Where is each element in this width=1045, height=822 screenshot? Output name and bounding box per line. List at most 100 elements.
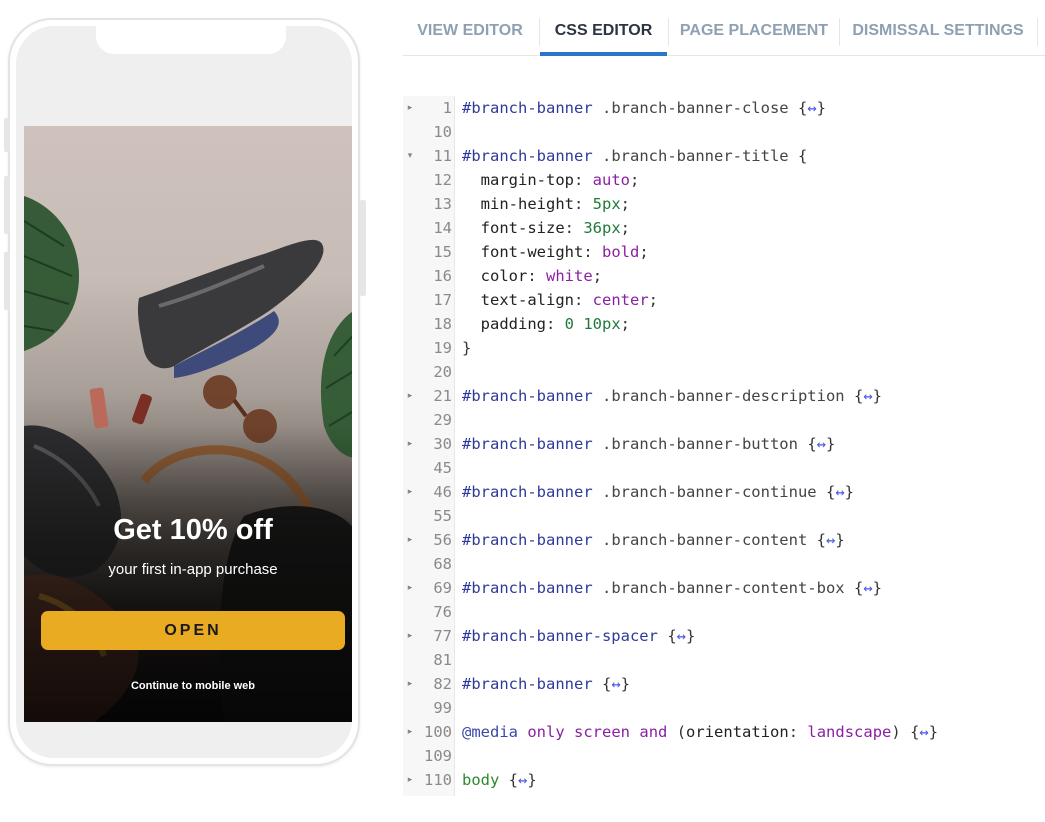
code-line[interactable]: 13 min-height: 5px;	[403, 192, 1045, 216]
code-line[interactable]: ▸ 69 #branch-banner .branch-banner-content…	[403, 576, 1045, 600]
fold-closed-icon[interactable]: ▸	[404, 528, 416, 552]
code-line[interactable]: 55	[403, 504, 1045, 528]
code-text[interactable]: #branch-banner {↔}	[462, 672, 630, 696]
css-value: 36px	[583, 219, 621, 237]
fold-closed-icon[interactable]: ▸	[404, 768, 416, 792]
code-text[interactable]: #branch-banner .branch-banner-title {	[462, 144, 807, 168]
code-text[interactable]: margin-top: auto;	[462, 168, 640, 192]
code-line[interactable]: 15 font-weight: bold;	[403, 240, 1045, 264]
code-line[interactable]: 10	[403, 120, 1045, 144]
fold-closed-icon[interactable]: ▸	[404, 576, 416, 600]
code-line[interactable]: 18 padding: 0 10px;	[403, 312, 1045, 336]
code-text[interactable]: }	[462, 336, 471, 360]
code-line[interactable]: 16 color: white;	[403, 264, 1045, 288]
colon: :	[546, 315, 565, 333]
fold-closed-icon[interactable]: ▸	[404, 96, 416, 120]
code-line[interactable]: ▸ 110 body {↔}	[403, 768, 1045, 792]
code-text[interactable]: #branch-banner-spacer {↔}	[462, 624, 695, 648]
banner-open-button[interactable]: OPEN	[41, 611, 345, 650]
css-selector-class: .branch-banner-continue	[602, 483, 817, 501]
code-text[interactable]: #branch-banner .branch-banner-content-bo…	[462, 576, 882, 600]
collapsed-block-icon[interactable]: ↔	[826, 531, 835, 549]
brace: }	[462, 339, 472, 357]
code-text[interactable]: font-size: 36px;	[462, 216, 630, 240]
code-line[interactable]: 19}	[403, 336, 1045, 360]
code-text[interactable]: min-height: 5px;	[462, 192, 630, 216]
code-text[interactable]: padding: 0 10px;	[462, 312, 630, 336]
tab-dismissal-settings[interactable]: DISMISSAL SETTINGS	[840, 14, 1036, 54]
brace: {	[816, 531, 826, 549]
code-line[interactable]: 99	[403, 696, 1045, 720]
media-keyword: screen	[574, 723, 631, 741]
code-line[interactable]: ▸ 46 #branch-banner .branch-banner-continu…	[403, 480, 1045, 504]
code-line[interactable]: ▸ 100 @media only screen and (orientation:…	[403, 720, 1045, 744]
semicolon: ;	[630, 171, 640, 189]
code-text[interactable]: body {↔}	[462, 768, 537, 792]
collapsed-block-icon[interactable]: ↔	[611, 675, 620, 693]
css-selector-id: #branch-banner	[462, 483, 593, 501]
collapsed-block-icon[interactable]: ↔	[518, 771, 527, 789]
code-text[interactable]: font-weight: bold;	[462, 240, 649, 264]
semicolon: ;	[639, 243, 649, 261]
tab-page-placement[interactable]: PAGE PLACEMENT	[669, 14, 839, 54]
collapsed-block-icon[interactable]: ↔	[817, 435, 826, 453]
css-selector-id: #branch-banner	[462, 675, 593, 693]
code-line[interactable]: 45	[403, 456, 1045, 480]
line-number: 16	[433, 267, 452, 285]
line-number: 110	[424, 771, 452, 789]
code-line[interactable]: 20	[403, 360, 1045, 384]
code-line[interactable]: 12 margin-top: auto;	[403, 168, 1045, 192]
code-text[interactable]: #branch-banner .branch-banner-descriptio…	[462, 384, 882, 408]
continue-to-mobile-web-link[interactable]: Continue to mobile web	[24, 680, 352, 692]
css-property: min-height	[480, 195, 574, 213]
css-value: bold	[602, 243, 640, 261]
code-text[interactable]: text-align: center;	[462, 288, 658, 312]
code-line[interactable]: ▸ 77 #branch-banner-spacer {↔}	[403, 624, 1045, 648]
css-code-editor[interactable]: ▸ 1 #branch-banner .branch-banner-close {↔…	[403, 96, 1045, 800]
collapsed-block-icon[interactable]: ↔	[677, 627, 686, 645]
css-selector-id: #branch-banner	[462, 387, 593, 405]
css-selector-id: #branch-banner	[462, 147, 593, 165]
code-text[interactable]: #branch-banner .branch-banner-continue {…	[462, 480, 854, 504]
fold-closed-icon[interactable]: ▸	[404, 384, 416, 408]
fold-open-icon[interactable]: ▾	[404, 144, 416, 168]
collapsed-block-icon[interactable]: ↔	[807, 99, 816, 117]
code-line[interactable]: 68	[403, 552, 1045, 576]
code-line[interactable]: 17 text-align: center;	[403, 288, 1045, 312]
fold-closed-icon[interactable]: ▸	[404, 480, 416, 504]
collapsed-block-icon[interactable]: ↔	[863, 579, 872, 597]
fold-closed-icon[interactable]: ▸	[404, 432, 416, 456]
fold-closed-icon[interactable]: ▸	[404, 672, 416, 696]
code-text[interactable]: @media only screen and (orientation: lan…	[462, 720, 938, 744]
phone-notch	[96, 26, 286, 54]
tab-css-editor[interactable]: CSS EDITOR	[540, 14, 667, 56]
code-line[interactable]: ▸ 82 #branch-banner {↔}	[403, 672, 1045, 696]
line-number: 29	[433, 411, 452, 429]
code-text[interactable]: #branch-banner .branch-banner-button {↔}	[462, 432, 835, 456]
code-line[interactable]: ▸ 56 #branch-banner .branch-banner-content…	[403, 528, 1045, 552]
code-line[interactable]: ▸ 30 #branch-banner .branch-banner-button …	[403, 432, 1045, 456]
fold-closed-icon[interactable]: ▸	[404, 720, 416, 744]
code-line[interactable]: 14 font-size: 36px;	[403, 216, 1045, 240]
fold-closed-icon[interactable]: ▸	[404, 624, 416, 648]
semicolon: ;	[592, 267, 603, 285]
css-property: font-weight	[480, 243, 584, 261]
tab-view-editor[interactable]: VIEW EDITOR	[403, 14, 537, 54]
code-line[interactable]: ▸ 1 #branch-banner .branch-banner-close {↔…	[403, 96, 1045, 120]
code-text[interactable]: color: white;	[462, 264, 602, 288]
semicolon: ;	[648, 291, 659, 309]
code-text[interactable]: #branch-banner .branch-banner-close {↔}	[462, 96, 826, 120]
code-line[interactable]: 29	[403, 408, 1045, 432]
collapsed-block-icon[interactable]: ↔	[919, 723, 928, 741]
code-line[interactable]: ▾ 11 #branch-banner .branch-banner-title {	[403, 144, 1045, 168]
code-text[interactable]: #branch-banner .branch-banner-content {↔…	[462, 528, 845, 552]
line-number: 69	[433, 579, 452, 597]
collapsed-block-icon[interactable]: ↔	[863, 387, 872, 405]
code-line[interactable]: ▸ 21 #branch-banner .branch-banner-descrip…	[403, 384, 1045, 408]
code-line[interactable]: 109	[403, 744, 1045, 768]
code-line[interactable]: 81	[403, 648, 1045, 672]
code-line[interactable]: 76	[403, 600, 1045, 624]
collapsed-block-icon[interactable]: ↔	[835, 483, 844, 501]
